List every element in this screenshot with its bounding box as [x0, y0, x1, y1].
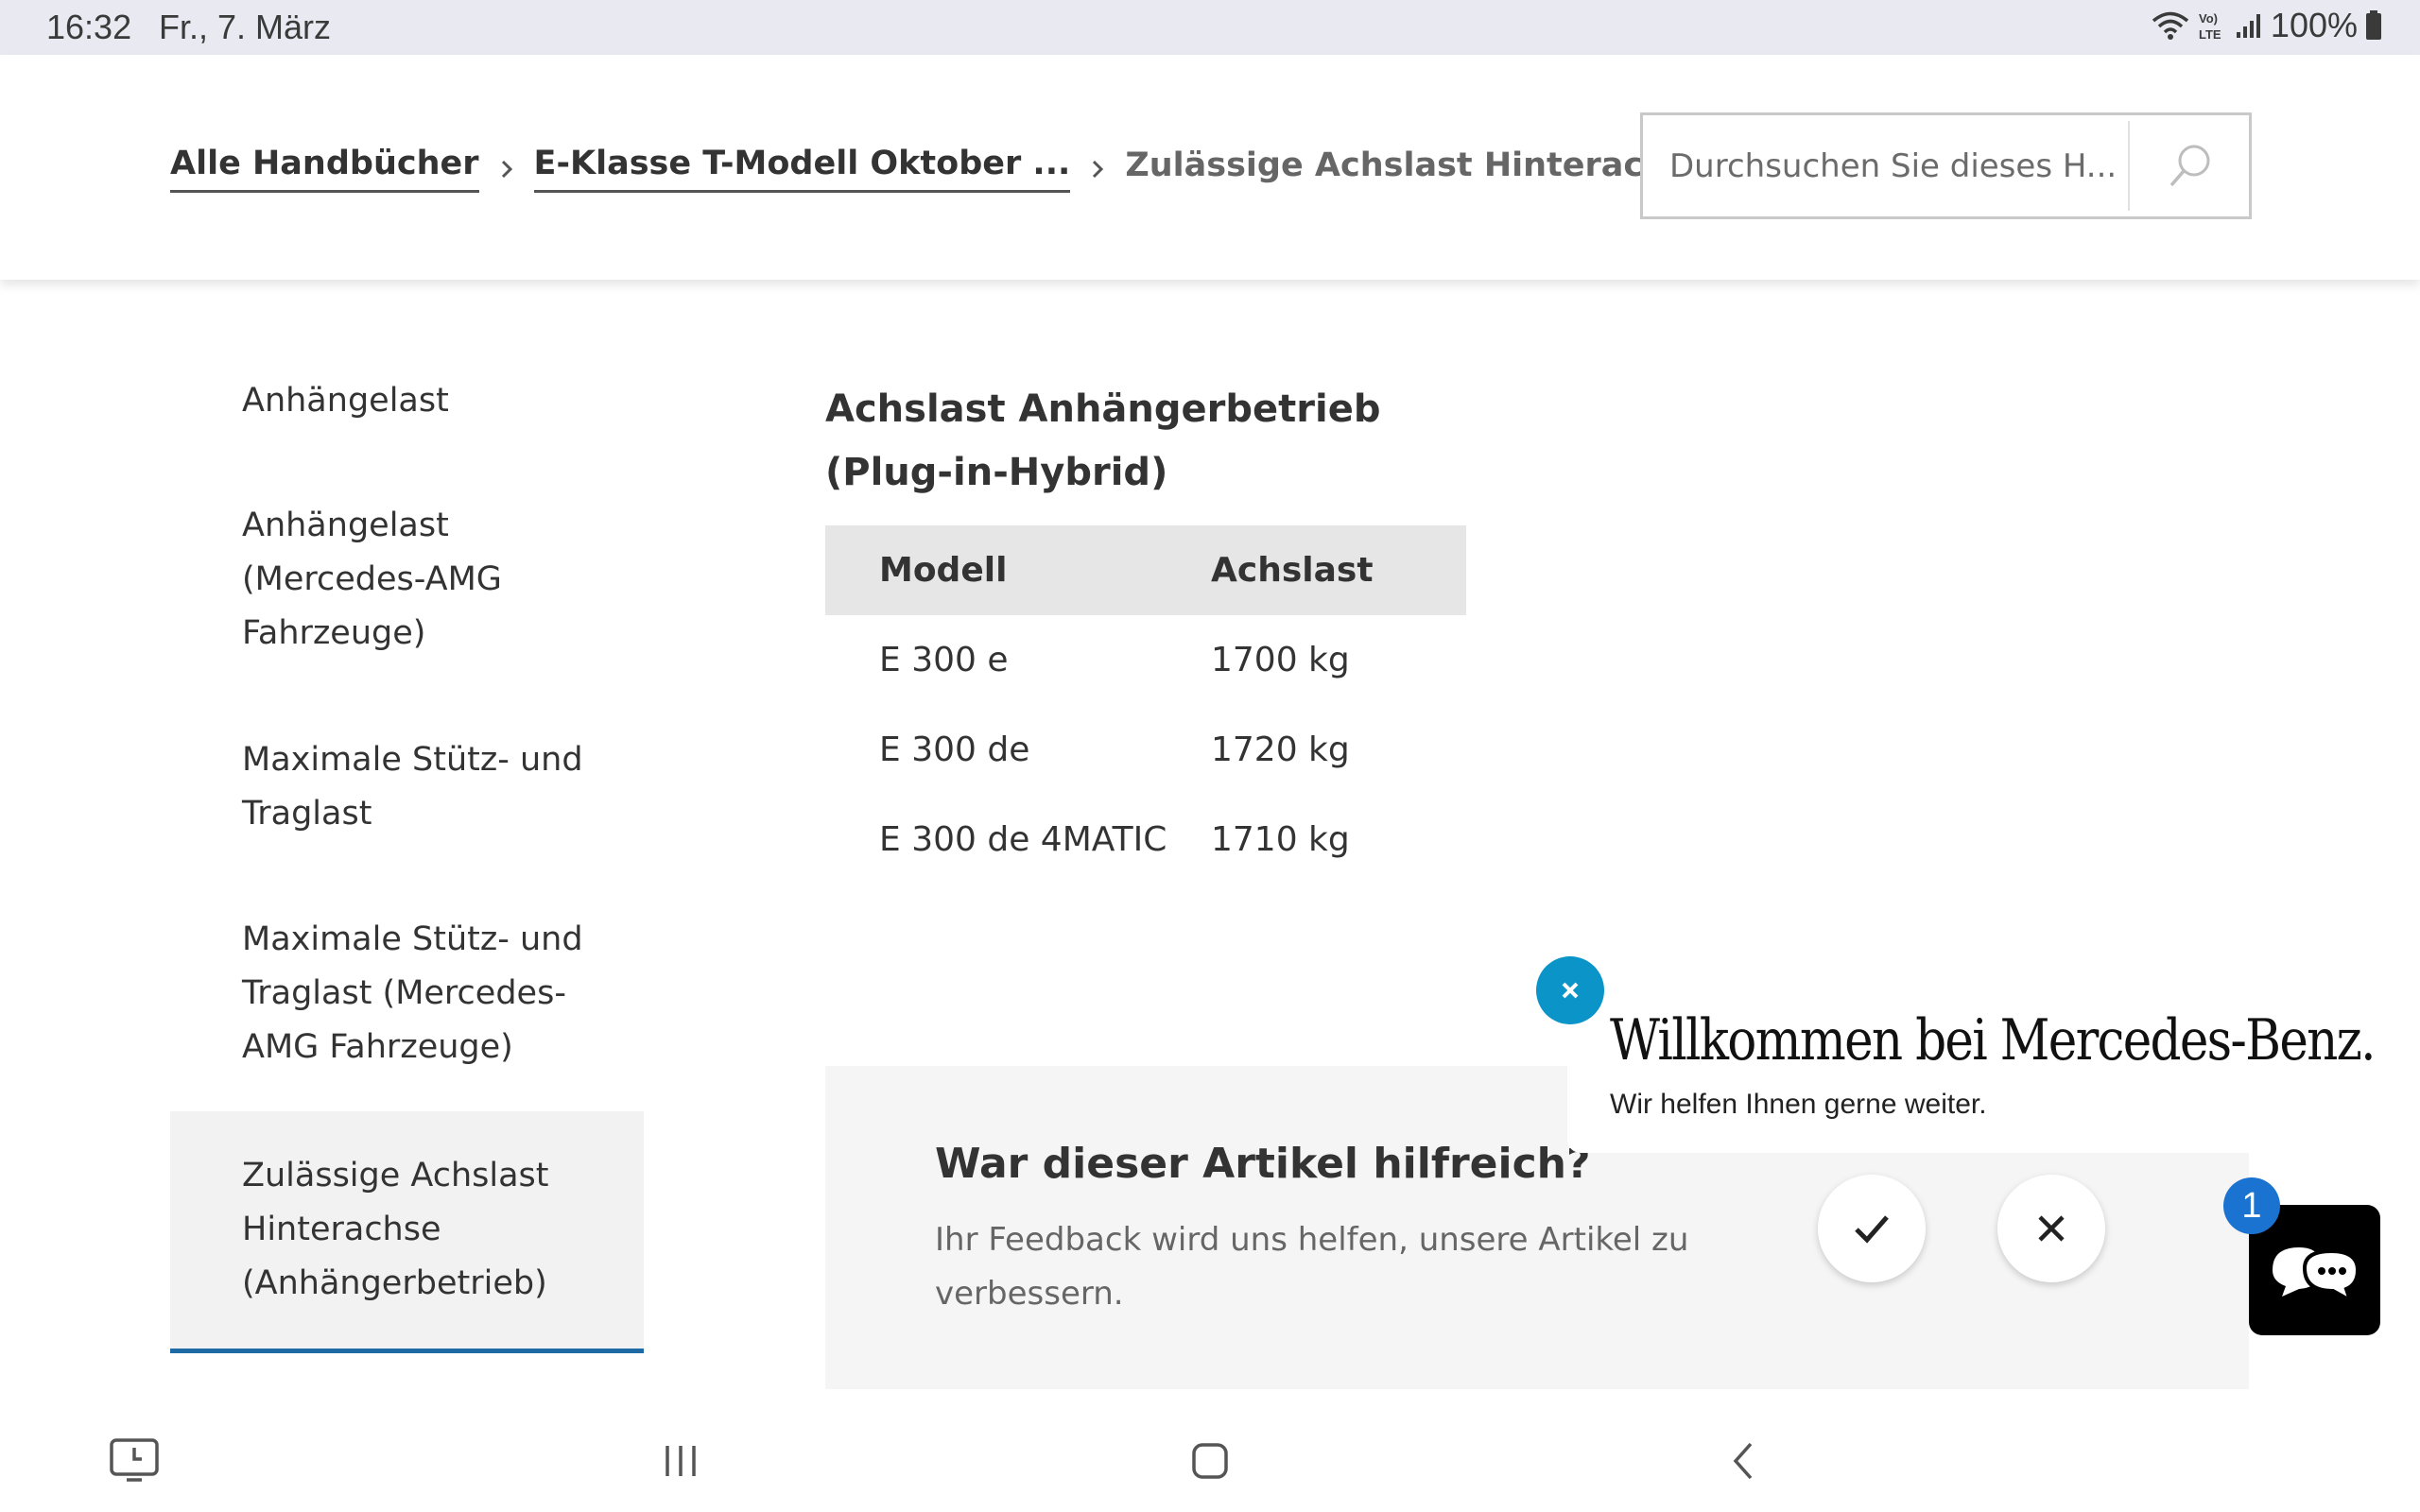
status-icons: Vo) LTE 100%	[2152, 6, 2382, 45]
feedback-text: Ihr Feedback wird uns helfen, unsere Art…	[935, 1221, 1689, 1313]
feedback-title: War dieser Artikel hilfreich?	[935, 1140, 1591, 1188]
close-icon	[2038, 1215, 2065, 1242]
search-input[interactable]	[1643, 115, 2131, 216]
status-bar: 16:32 Fr., 7. März Vo) LTE 100%	[0, 0, 2420, 55]
signal-icon	[2236, 14, 2260, 38]
sidebar-item-anhaengelast[interactable]: Anhängelast	[170, 374, 644, 428]
chat-welcome-popup[interactable]: Willkommen bei Mercedes-Benz. Wir helfen…	[1567, 994, 2399, 1153]
sidebar-item-label: Maximale Stütz- und Traglast (Mercedes-A…	[242, 920, 583, 1066]
section-title: Achslast Anhängerbetrieb (Plug-in-Hybrid…	[825, 387, 1381, 494]
axle-load-table: Modell Achslast E 300 e 1700 kg E 300 de…	[825, 525, 1466, 885]
cell-axle-load: 1710 kg	[1211, 820, 1350, 859]
feedback-yes-button[interactable]	[1818, 1175, 1926, 1282]
search-icon	[2169, 145, 2209, 186]
home-icon	[1192, 1443, 1228, 1479]
cell-axle-load: 1700 kg	[1211, 641, 1350, 679]
status-date: Fr., 7. März	[159, 8, 332, 46]
search-divider	[2128, 121, 2130, 211]
chat-close-button[interactable]	[1536, 956, 1604, 1024]
chat-bubbles-icon	[2272, 1247, 2360, 1305]
sidebar-item-label: Anhängelast (Mercedes-AMG Fahrzeuge)	[242, 507, 502, 652]
sidebar-item-label: Anhängelast	[242, 382, 449, 420]
column-header-axle-load: Achslast	[1211, 551, 1374, 590]
volte-icon: Vo) LTE	[2199, 11, 2221, 42]
chat-welcome-text: Willkommen bei Mercedes-Benz.	[1610, 1007, 2377, 1074]
battery-icon	[2366, 10, 2381, 40]
chevron-right-icon	[1093, 160, 1104, 178]
breadcrumb: Alle Handbücher E-Klasse T-Modell Oktobe…	[170, 145, 1758, 193]
svg-text:LTE: LTE	[2199, 27, 2221, 42]
cell-model: E 300 de 4MATIC	[879, 820, 1167, 859]
wifi-icon	[2152, 11, 2189, 40]
back-button[interactable]	[1715, 1433, 1772, 1489]
back-chevron-icon	[1733, 1442, 1753, 1480]
svg-text:Vo): Vo)	[2199, 11, 2218, 26]
column-header-model: Modell	[879, 551, 1008, 590]
close-icon	[1562, 982, 1579, 999]
search-button[interactable]	[2131, 115, 2249, 216]
screen-clock-icon	[110, 1438, 159, 1482]
table-row: E 300 de 4MATIC 1710 kg	[825, 795, 1466, 885]
breadcrumb-all-manuals[interactable]: Alle Handbücher	[170, 145, 479, 193]
sidebar-item-label: Maximale Stütz- und Traglast	[242, 741, 583, 833]
screenshot-edit-button[interactable]	[106, 1433, 163, 1489]
page-header: Alle Handbücher E-Klasse T-Modell Oktobe…	[0, 55, 2420, 280]
battery-percent: 100%	[2270, 6, 2358, 44]
sidebar-item-anhaengelast-amg[interactable]: Anhängelast (Mercedes-AMG Fahrzeuge)	[170, 499, 644, 661]
sidebar-item-achslast-hinterachse[interactable]: Zulässige Achslast Hinterachse (Anhänger…	[170, 1111, 644, 1353]
cell-axle-load: 1720 kg	[1211, 730, 1350, 769]
sidebar-item-stuetz-traglast-amg[interactable]: Maximale Stütz- und Traglast (Mercedes-A…	[170, 913, 644, 1074]
recent-apps-icon	[666, 1446, 696, 1476]
home-button[interactable]	[1182, 1433, 1238, 1489]
recent-apps-button[interactable]	[652, 1433, 709, 1489]
chevron-right-icon	[501, 160, 512, 178]
breadcrumb-manual[interactable]: E-Klasse T-Modell Oktober ...	[533, 145, 1071, 193]
chat-notification-badge: 1	[2223, 1177, 2280, 1234]
sidebar-item-stuetz-traglast[interactable]: Maximale Stütz- und Traglast	[170, 733, 644, 841]
status-time: 16:32	[46, 8, 132, 46]
cell-model: E 300 de	[879, 730, 1030, 769]
feedback-no-button[interactable]	[1997, 1175, 2105, 1282]
search-box	[1640, 112, 2252, 219]
table-row: E 300 e 1700 kg	[825, 615, 1466, 705]
chat-subtitle: Wir helfen Ihnen gerne weiter.	[1610, 1089, 1987, 1120]
table-header: Modell Achslast	[825, 525, 1466, 615]
checkmark-icon	[1855, 1215, 1889, 1244]
system-nav-bar	[0, 1408, 2420, 1512]
table-row: E 300 de 1720 kg	[825, 705, 1466, 795]
sidebar-item-label: Zulässige Achslast Hinterachse (Anhänger…	[242, 1157, 549, 1302]
cell-model: E 300 e	[879, 641, 1009, 679]
